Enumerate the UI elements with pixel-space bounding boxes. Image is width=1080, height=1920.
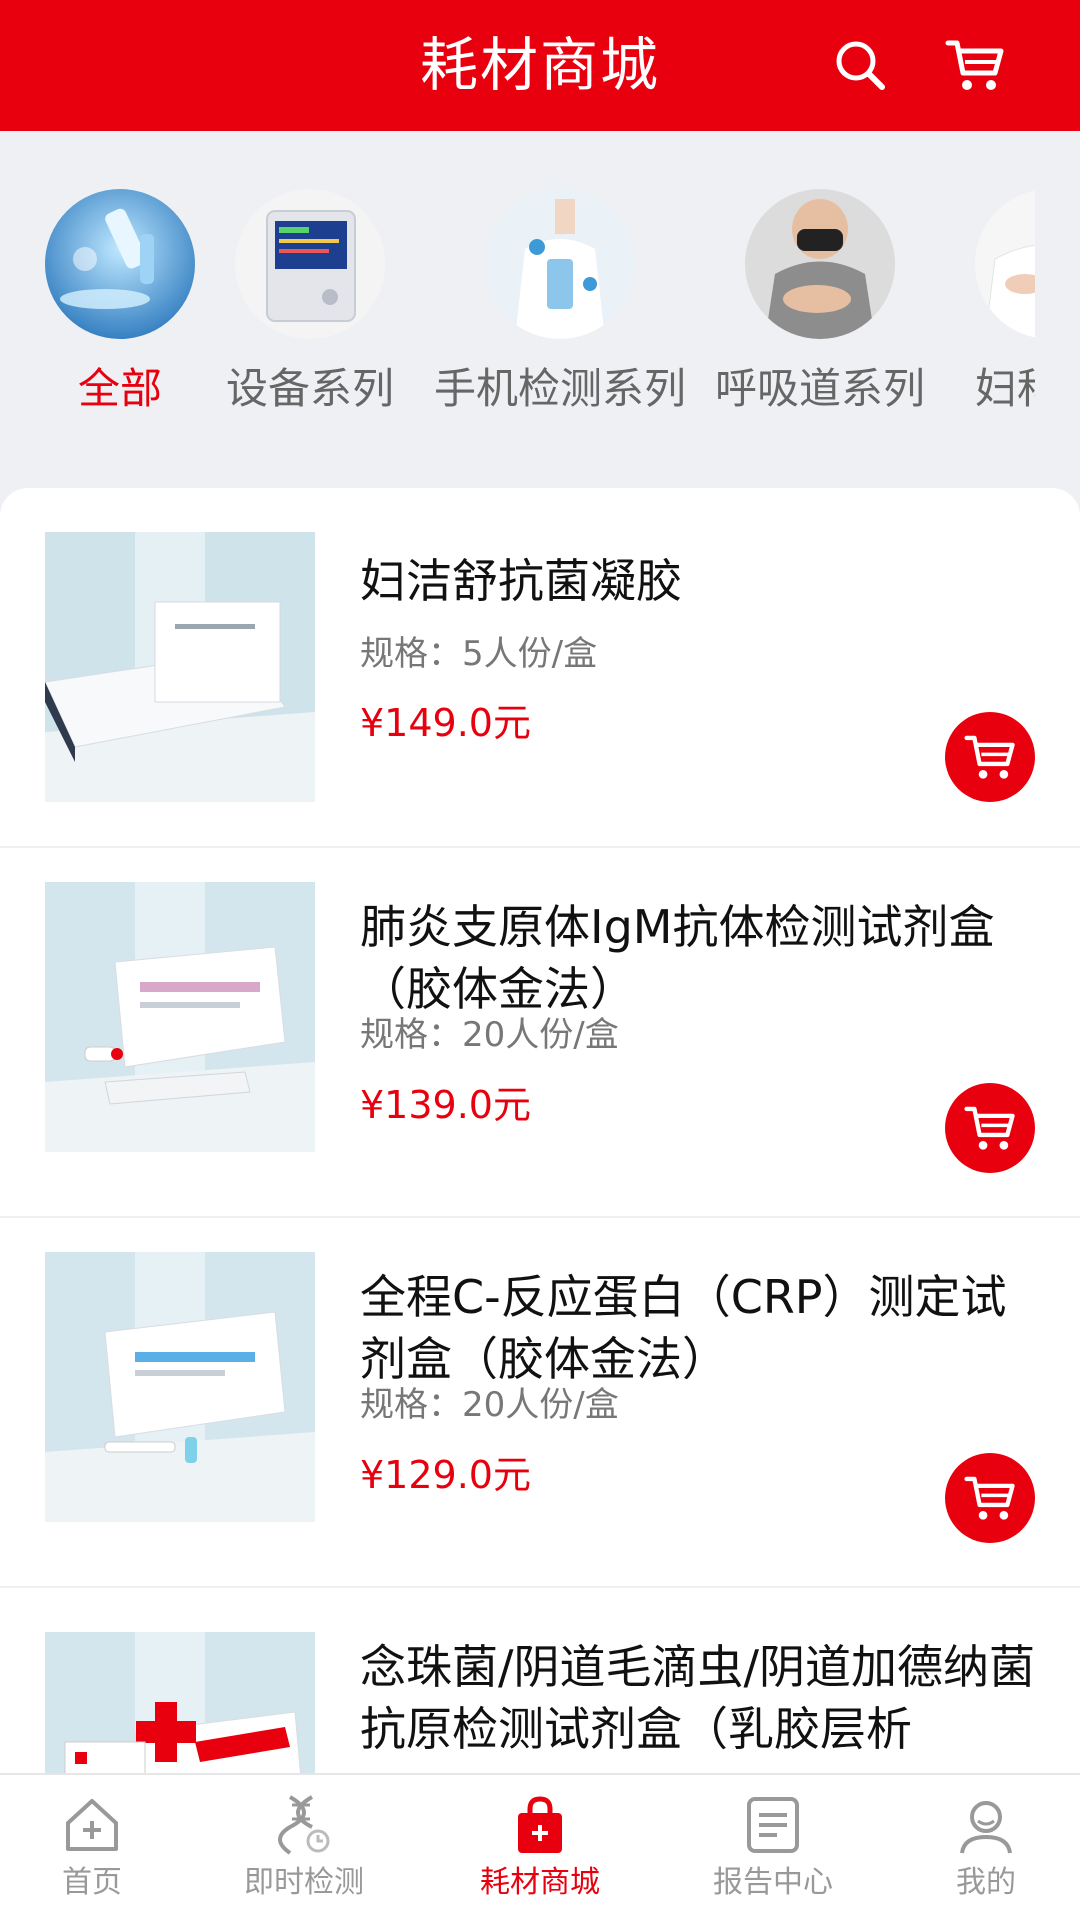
category-phone-testing[interactable]: 手机检测系列: [430, 189, 690, 417]
nav-instant-test[interactable]: 即时检测: [196, 1793, 412, 1903]
product-price: ¥129.0元: [360, 1453, 531, 1497]
product-price: ¥149.0元: [360, 701, 531, 745]
nav-report[interactable]: 报告中心: [665, 1793, 881, 1903]
add-to-cart-button[interactable]: [945, 1453, 1035, 1543]
add-to-cart-button[interactable]: [945, 712, 1035, 802]
nav-label: 耗材商城: [480, 1865, 600, 1900]
nav-home[interactable]: 首页: [0, 1793, 200, 1903]
category-all[interactable]: 全部: [45, 189, 195, 417]
analyzer-device-image: [235, 189, 385, 339]
category-respiratory[interactable]: 呼吸道系列: [705, 189, 935, 417]
nav-label: 首页: [62, 1865, 122, 1900]
product-image: [45, 882, 315, 1152]
report-icon: [747, 1797, 799, 1853]
category-gynecology[interactable]: 妇科: [975, 189, 1035, 417]
nav-mine[interactable]: 我的: [878, 1793, 1080, 1903]
product-spec: 规格：5人份/盒: [360, 634, 598, 674]
product-card[interactable]: 肺炎支原体IgM抗体检测试剂盒（胶体金法） 规格：20人份/盒 ¥139.0元: [0, 848, 1080, 1218]
home-icon: [66, 1799, 118, 1851]
product-name: 念珠菌/阴道毛滴虫/阴道加德纳菌抗原检测试剂盒（乳胶层析: [360, 1640, 1035, 1756]
category-label: 全部: [77, 364, 162, 413]
nav-label: 即时检测: [244, 1865, 364, 1900]
product-price: ¥139.0元: [360, 1083, 531, 1127]
doctor-phone-image: [485, 189, 635, 339]
nav-label: 报告中心: [713, 1865, 833, 1900]
dna-icon: [278, 1795, 330, 1855]
category-label: 妇科: [975, 364, 1035, 413]
user-icon: [960, 1801, 1012, 1854]
bottom-navigation: 首页 即时检测 耗材商城 报告中心 我的: [0, 1773, 1080, 1920]
page-title: 耗材商城: [419, 31, 660, 99]
product-name: 全程C-反应蛋白（CRP）测定试剂盒（胶体金法）: [360, 1270, 1007, 1386]
add-to-cart-button[interactable]: [945, 1083, 1035, 1173]
product-image: [45, 532, 315, 802]
category-label: 呼吸道系列: [714, 364, 925, 413]
category-label: 设备系列: [225, 364, 394, 413]
cart-icon[interactable]: [945, 35, 1005, 95]
product-card[interactable]: 念珠菌/阴道毛滴虫/阴道加德纳菌抗原检测试剂盒（乳胶层析: [0, 1588, 1080, 1773]
microscope-image: [45, 189, 195, 339]
product-name: 妇洁舒抗菌凝胶: [360, 554, 682, 608]
category-row: 全部 设备系列 手机检测系列 呼吸道系列 妇: [0, 131, 1035, 491]
product-card[interactable]: 妇洁舒抗菌凝胶 规格：5人份/盒 ¥149.0元: [0, 488, 1080, 848]
shopping-bag-icon: [518, 1796, 562, 1853]
category-label: 手机检测系列: [433, 364, 686, 413]
product-image: [45, 1632, 315, 1773]
product-spec: 规格：20人份/盒: [360, 1385, 619, 1425]
category-devices[interactable]: 设备系列: [205, 189, 415, 417]
product-list: 妇洁舒抗菌凝胶 规格：5人份/盒 ¥149.0元 肺炎支原体IgM抗体检测试剂盒…: [0, 488, 1080, 1773]
top-bar: 耗材商城: [0, 0, 1080, 131]
coughing-person-image: [745, 189, 895, 339]
product-card[interactable]: 全程C-反应蛋白（CRP）测定试剂盒（胶体金法） 规格：20人份/盒 ¥129.…: [0, 1218, 1080, 1588]
product-image: [45, 1252, 315, 1522]
product-name: 肺炎支原体IgM抗体检测试剂盒（胶体金法）: [360, 900, 995, 1016]
nav-mall[interactable]: 耗材商城: [432, 1793, 648, 1903]
search-icon[interactable]: [830, 35, 890, 95]
nav-label: 我的: [956, 1865, 1016, 1900]
product-spec: 规格：20人份/盒: [360, 1015, 619, 1055]
woman-image: [975, 189, 1035, 339]
